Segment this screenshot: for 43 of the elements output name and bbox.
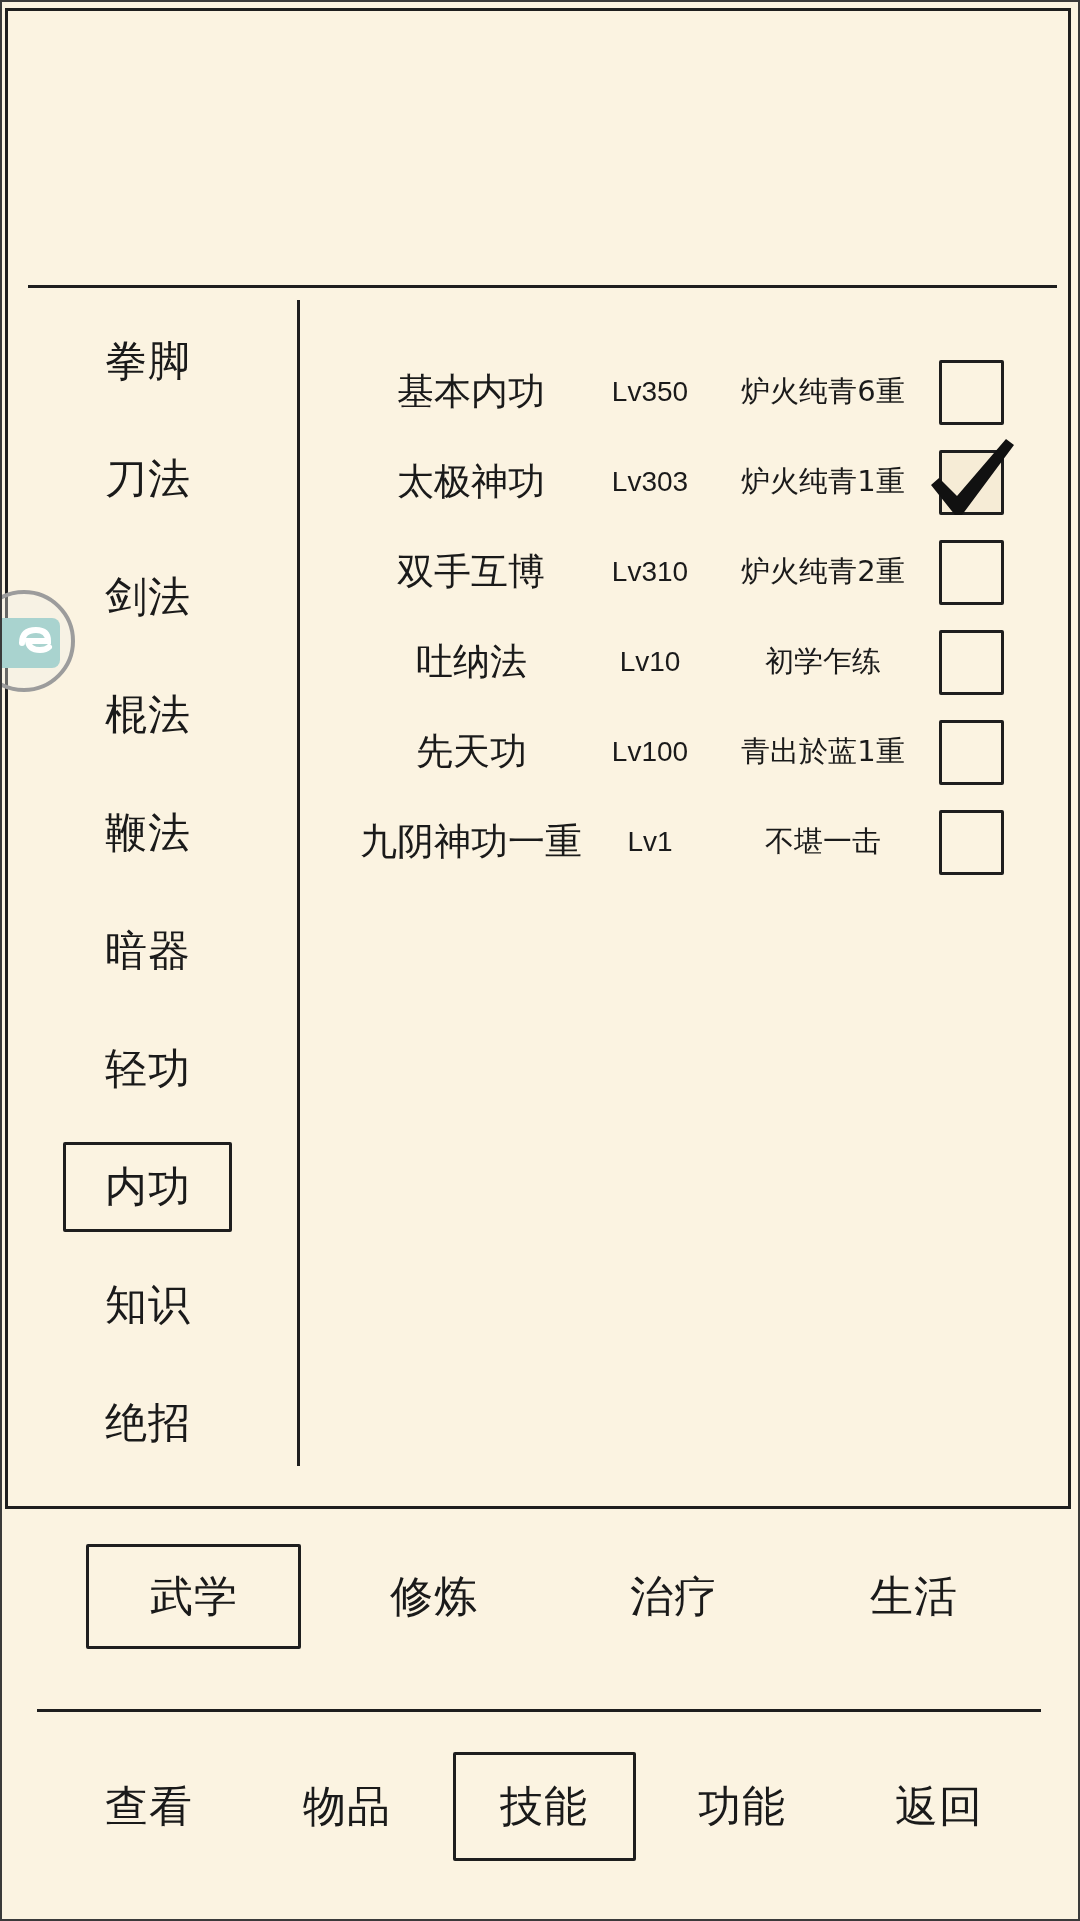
category-tab[interactable]: 知识 xyxy=(63,1260,232,1350)
nav-button[interactable]: 物品 xyxy=(255,1752,438,1861)
skill-name: 双手互博 xyxy=(396,549,546,595)
skill-type-tab[interactable]: 修炼 xyxy=(326,1544,541,1649)
skill-level: Lv303 xyxy=(610,466,690,498)
check-icon xyxy=(931,438,1014,515)
skill-level: Lv100 xyxy=(610,736,690,768)
skill-type-tab[interactable]: 武学 xyxy=(86,1544,301,1649)
skill-type-tab[interactable]: 生活 xyxy=(806,1544,1021,1649)
skill-name: 吐纳法 xyxy=(414,639,528,685)
skill-name: 基本内功 xyxy=(396,369,546,415)
category-tab[interactable]: 棍法 xyxy=(63,670,232,760)
nav-button[interactable]: 技能 xyxy=(452,1752,636,1861)
category-tab[interactable]: 绝招 xyxy=(63,1378,232,1468)
category-tab[interactable]: 刀法 xyxy=(63,434,232,524)
skill-name: 太极神功 xyxy=(396,459,546,505)
category-tab[interactable]: 暗器 xyxy=(63,906,232,996)
skill-realm: 炉火纯青1重 xyxy=(740,463,906,500)
checkbox[interactable] xyxy=(939,629,1004,695)
skill-realm: 青出於蓝1重 xyxy=(740,733,906,770)
checkbox[interactable] xyxy=(939,359,1004,425)
category-tab[interactable]: 剑法 xyxy=(63,552,232,642)
category-tab[interactable]: 拳脚 xyxy=(63,316,232,406)
skill-level: Lv1 xyxy=(626,826,674,858)
nav-button[interactable]: 返回 xyxy=(847,1752,1031,1861)
skill-type-tab[interactable]: 治疗 xyxy=(566,1544,781,1649)
skill-name: 九阴神功一重 xyxy=(359,819,583,865)
skill-level: Lv10 xyxy=(618,646,682,678)
skill-realm: 炉火纯青6重 xyxy=(740,373,906,410)
checkbox[interactable] xyxy=(939,719,1004,785)
checkbox[interactable] xyxy=(939,809,1004,875)
skill-level: Lv310 xyxy=(610,556,690,588)
skill-level: Lv350 xyxy=(610,376,690,408)
nav-button[interactable]: 查看 xyxy=(57,1752,241,1861)
nav-button[interactable]: 功能 xyxy=(650,1752,833,1861)
category-tab[interactable]: 轻功 xyxy=(63,1024,232,1114)
skill-realm: 不堪一击 xyxy=(764,823,882,860)
checkbox[interactable] xyxy=(939,539,1004,605)
skill-realm: 初学乍练 xyxy=(764,643,882,680)
skill-name: 先天功 xyxy=(414,729,528,775)
skill-realm: 炉火纯青2重 xyxy=(740,553,906,590)
category-tab[interactable]: 内功 xyxy=(63,1142,232,1232)
category-tab[interactable]: 鞭法 xyxy=(63,788,232,878)
